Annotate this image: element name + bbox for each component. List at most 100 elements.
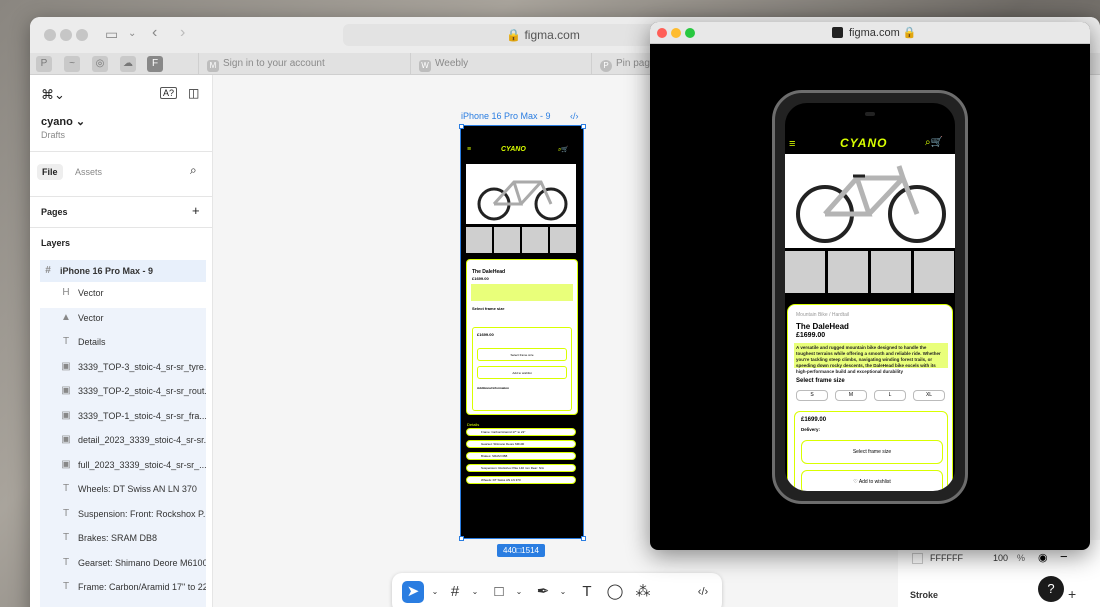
layer-item[interactable]: H Vector [40, 282, 206, 304]
menu-icon[interactable]: ≡ [789, 138, 795, 150]
panel-layout-icon[interactable]: ◫ [188, 86, 199, 100]
delivery-label: Delivery: [801, 427, 821, 432]
bike-image [796, 165, 946, 243]
back-icon[interactable]: ‹ [152, 24, 157, 42]
mini-spec-row: Frame: Carbon/Aramid 17" to 22" [466, 428, 576, 436]
resize-handle[interactable] [459, 124, 464, 129]
properties-panel: FFFFFF 100 % ◉ − Stroke ? + [898, 540, 1100, 607]
add-stroke-icon[interactable]: + [1068, 586, 1076, 602]
size-m[interactable]: M [835, 390, 867, 401]
chevron-down-icon[interactable]: ⌄ [508, 581, 530, 603]
breadcrumb[interactable]: Mountain Bike / Hardtail [796, 312, 849, 318]
minimize-dot[interactable] [671, 28, 681, 38]
search-cart-icons[interactable]: ⌕🛒 [925, 137, 943, 148]
resources-tool-icon[interactable]: ⁂ [632, 581, 654, 603]
tab-sign-in[interactable]: M Sign in to your account [198, 53, 348, 75]
layer-item[interactable]: T Frame: Carbon/Aramid 17" to 22" [40, 576, 206, 598]
thumbnail[interactable] [871, 251, 911, 293]
brand-logo[interactable]: CYANO [840, 136, 887, 150]
layer-item[interactable]: ▣ 3339_TOP-1_stoic-4_sr-sr_fra... [40, 405, 206, 427]
prototype-window: figma.com 🔒 ≡ CYANO ⌕🛒 Mountain Bike / H… [650, 22, 1090, 550]
frame-label[interactable]: iPhone 16 Pro Max - 9 [461, 111, 551, 121]
project-name[interactable]: cyano ⌄ [41, 115, 85, 128]
resize-handle[interactable] [581, 536, 586, 541]
layer-item[interactable]: T Brakes: SRAM DB8 [40, 527, 206, 549]
close-dot[interactable] [657, 28, 667, 38]
forward-icon[interactable]: › [180, 24, 185, 42]
phone-frame-preview[interactable]: ≡ CYANO ⌕🛒 The DaleHead £1699.00 Select … [460, 125, 584, 539]
thumbnail[interactable] [828, 251, 868, 293]
size-s[interactable]: S [796, 390, 828, 401]
thumbnail[interactable] [914, 251, 954, 293]
eye-icon[interactable]: ◉ [1038, 551, 1048, 564]
layer-item[interactable]: T Details [40, 331, 206, 353]
frame-size-badge: 440□1514 [497, 544, 545, 557]
chevron-down-icon[interactable]: ⌄ [128, 28, 136, 39]
minimize-dot[interactable] [60, 29, 72, 41]
comment-tool-icon[interactable]: ◯ [604, 581, 626, 603]
address-text: figma.com [524, 28, 580, 42]
fill-swatch[interactable] [912, 553, 923, 564]
layer-item[interactable]: ▲ Vector [40, 307, 206, 329]
layer-item[interactable]: ▣ full_2023_3339_stoic-4_sr-sr_... [40, 454, 206, 476]
layer-item[interactable]: ▣ 3339_TOP-2_stoic-4_sr-sr_rout... [40, 380, 206, 402]
phone-screen[interactable]: ≡ CYANO ⌕🛒 Mountain Bike / Hardtail The … [785, 103, 955, 491]
layer-type-icon: T [62, 532, 70, 543]
layer-type-icon: ▣ [61, 360, 71, 372]
zoom-dot[interactable] [685, 28, 695, 38]
resize-handle[interactable] [581, 124, 586, 129]
add-page-icon[interactable]: + [192, 203, 200, 218]
tab-file[interactable]: File [37, 164, 63, 180]
wishlist-button[interactable]: ♡ Add to wishlist [801, 470, 943, 491]
layer-item[interactable]: ▣ detail_2023_3339_stoic-4_sr-sr... [40, 429, 206, 451]
zoom-dot[interactable] [76, 29, 88, 41]
size-xl[interactable]: XL [913, 390, 945, 401]
layer-frame[interactable]: # iPhone 16 Pro Max - 9 [40, 260, 206, 282]
chevron-down-icon[interactable]: ⌄ [552, 581, 574, 603]
layer-name: full_2023_3339_stoic-4_sr-sr_... [78, 459, 206, 470]
dev-mode-icon[interactable]: ‹/› [692, 581, 714, 603]
pinned-tab-icon[interactable]: ~ [64, 56, 80, 72]
chevron-down-icon[interactable]: ⌄ [424, 581, 446, 603]
pinned-tab-icon[interactable]: ☁ [120, 56, 136, 72]
layer-name: Brakes: SRAM DB8 [78, 533, 158, 543]
select-frame-size-button[interactable]: Select frame size [801, 440, 943, 464]
code-icon[interactable]: ‹/› [570, 111, 579, 121]
figma-logo-icon [832, 27, 843, 38]
pages-label: Pages [41, 207, 68, 217]
pinned-tab-icon[interactable]: ◎ [92, 56, 108, 72]
chevron-down-icon[interactable]: ⌄ [464, 581, 486, 603]
resize-handle[interactable] [459, 536, 464, 541]
sidebar-toggle-icon[interactable]: ▭ [105, 26, 118, 43]
frame-icon: # [45, 265, 51, 276]
layer-item[interactable]: T Suspension: Front: Rockshox P... [40, 503, 206, 525]
rectangle-tool-icon[interactable]: □ [488, 581, 510, 603]
text-tool-icon[interactable]: T [576, 581, 598, 603]
size-l[interactable]: L [874, 390, 906, 401]
frame-tool-icon[interactable]: # [444, 581, 466, 603]
thumbnail-row [785, 251, 955, 293]
search-icon[interactable]: ⌕ [190, 163, 197, 178]
layer-item[interactable]: T Wheels: DT Swiss AN LN 370 [40, 478, 206, 500]
thumbnail[interactable] [785, 251, 825, 293]
help-icon[interactable]: ? [1038, 576, 1064, 602]
fill-opacity[interactable]: 100 [993, 553, 1008, 563]
layer-item[interactable]: ▣ 3339_TOP-3_stoic-4_sr-sr_tyre... [40, 356, 206, 378]
tab-assets[interactable]: Assets [75, 167, 102, 177]
fill-hex[interactable]: FFFFFF [930, 553, 963, 563]
text-size-icon[interactable]: A? [160, 87, 178, 99]
close-dot[interactable] [44, 29, 56, 41]
layer-item[interactable]: —Rectangle 95 [40, 601, 206, 607]
mini-select-btn: Select frame size [477, 348, 567, 361]
tab-weebly[interactable]: W Weebly [410, 53, 560, 75]
pen-tool-icon[interactable]: ✒ [532, 581, 554, 603]
remove-fill-icon[interactable]: − [1060, 549, 1068, 564]
figma-menu-icon[interactable]: ⌘⌄ [41, 87, 65, 103]
pinned-tab-icon[interactable]: P [36, 56, 52, 72]
move-tool-icon[interactable]: ➤ [402, 581, 424, 603]
layer-name: Gearset: Shimano Deore M6100 [78, 557, 206, 568]
product-description: A versatile and rugged mountain bike des… [794, 343, 948, 374]
figma-tab-icon[interactable]: F [147, 56, 163, 72]
mini-logo: CYANO [501, 146, 526, 153]
layer-item[interactable]: T Gearset: Shimano Deore M6100 [40, 552, 206, 574]
